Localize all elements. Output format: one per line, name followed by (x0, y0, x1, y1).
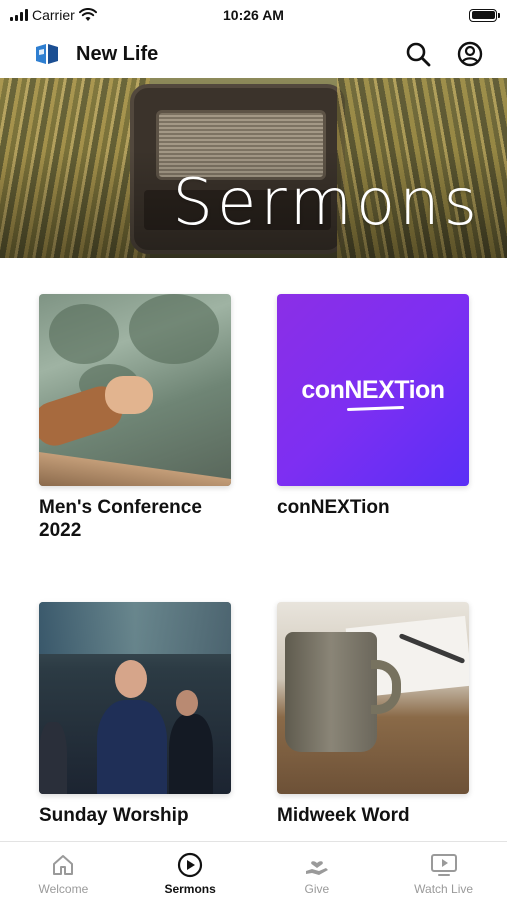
hands-shape (105, 376, 153, 414)
sermon-thumbnail: conNEXTion (277, 294, 469, 486)
battery-icon (469, 8, 500, 22)
logo-underline (347, 405, 405, 411)
sermon-series-title: conNEXTion (277, 497, 390, 518)
sermon-series-card[interactable]: Sunday Worship (39, 602, 231, 827)
new-life-logo (36, 44, 58, 64)
sermon-series-card[interactable]: conNEXTion conNEXTion (277, 294, 469, 519)
rail-shape (39, 452, 231, 486)
sermons-hero-banner: Sermons (0, 78, 507, 258)
worship-person (169, 714, 213, 794)
profile-button[interactable] (455, 39, 485, 69)
tab-give[interactable]: Give (254, 842, 381, 900)
bottom-tab-bar: Welcome Sermons Give Watch Live (0, 841, 507, 900)
sermon-series-title: Sunday Worship (39, 805, 189, 826)
tab-watch-live[interactable]: Watch Live (380, 842, 507, 900)
wifi-icon (78, 8, 97, 21)
worship-person (97, 700, 167, 794)
signal-icon (10, 9, 28, 21)
app-header: New Life (0, 30, 507, 78)
worship-person (39, 722, 67, 794)
home-icon (49, 851, 77, 879)
stage-screen (39, 602, 231, 654)
play-circle-icon (176, 851, 204, 879)
status-bar: Carrier 10:26 AM (0, 0, 507, 30)
profile-icon (457, 41, 483, 67)
give-hand-heart-icon (303, 851, 331, 879)
hero-title: Sermons (172, 166, 481, 240)
connextion-logo: conNEXTion (301, 375, 445, 411)
tab-sermons[interactable]: Sermons (127, 842, 254, 900)
tv-play-icon (430, 851, 458, 879)
connextion-logo-text: conNEXTion (301, 375, 445, 404)
sermon-thumbnail (39, 294, 231, 486)
search-button[interactable] (403, 39, 433, 69)
sermon-thumbnail (39, 602, 231, 794)
worship-person-head (176, 690, 198, 716)
sermon-series-card[interactable]: Midweek Word (277, 602, 469, 827)
sermon-thumbnail (277, 602, 469, 794)
tab-label: Give (304, 882, 330, 896)
app-title: New Life (76, 42, 159, 65)
sermon-series-card[interactable]: Men's Conference 2022 (39, 294, 231, 542)
mug-shape (285, 632, 377, 752)
search-icon (406, 42, 431, 67)
tab-label: Welcome (38, 882, 89, 896)
sermon-series-title: Men's Conference 2022 (39, 497, 202, 541)
carrier-label: Carrier (32, 7, 75, 23)
status-left: Carrier (10, 7, 97, 23)
sermon-series-title: Midweek Word (277, 805, 410, 826)
worship-person-head (115, 660, 147, 698)
tab-welcome[interactable]: Welcome (0, 842, 127, 900)
tab-label: Sermons (164, 882, 216, 896)
tab-label: Watch Live (414, 882, 474, 896)
